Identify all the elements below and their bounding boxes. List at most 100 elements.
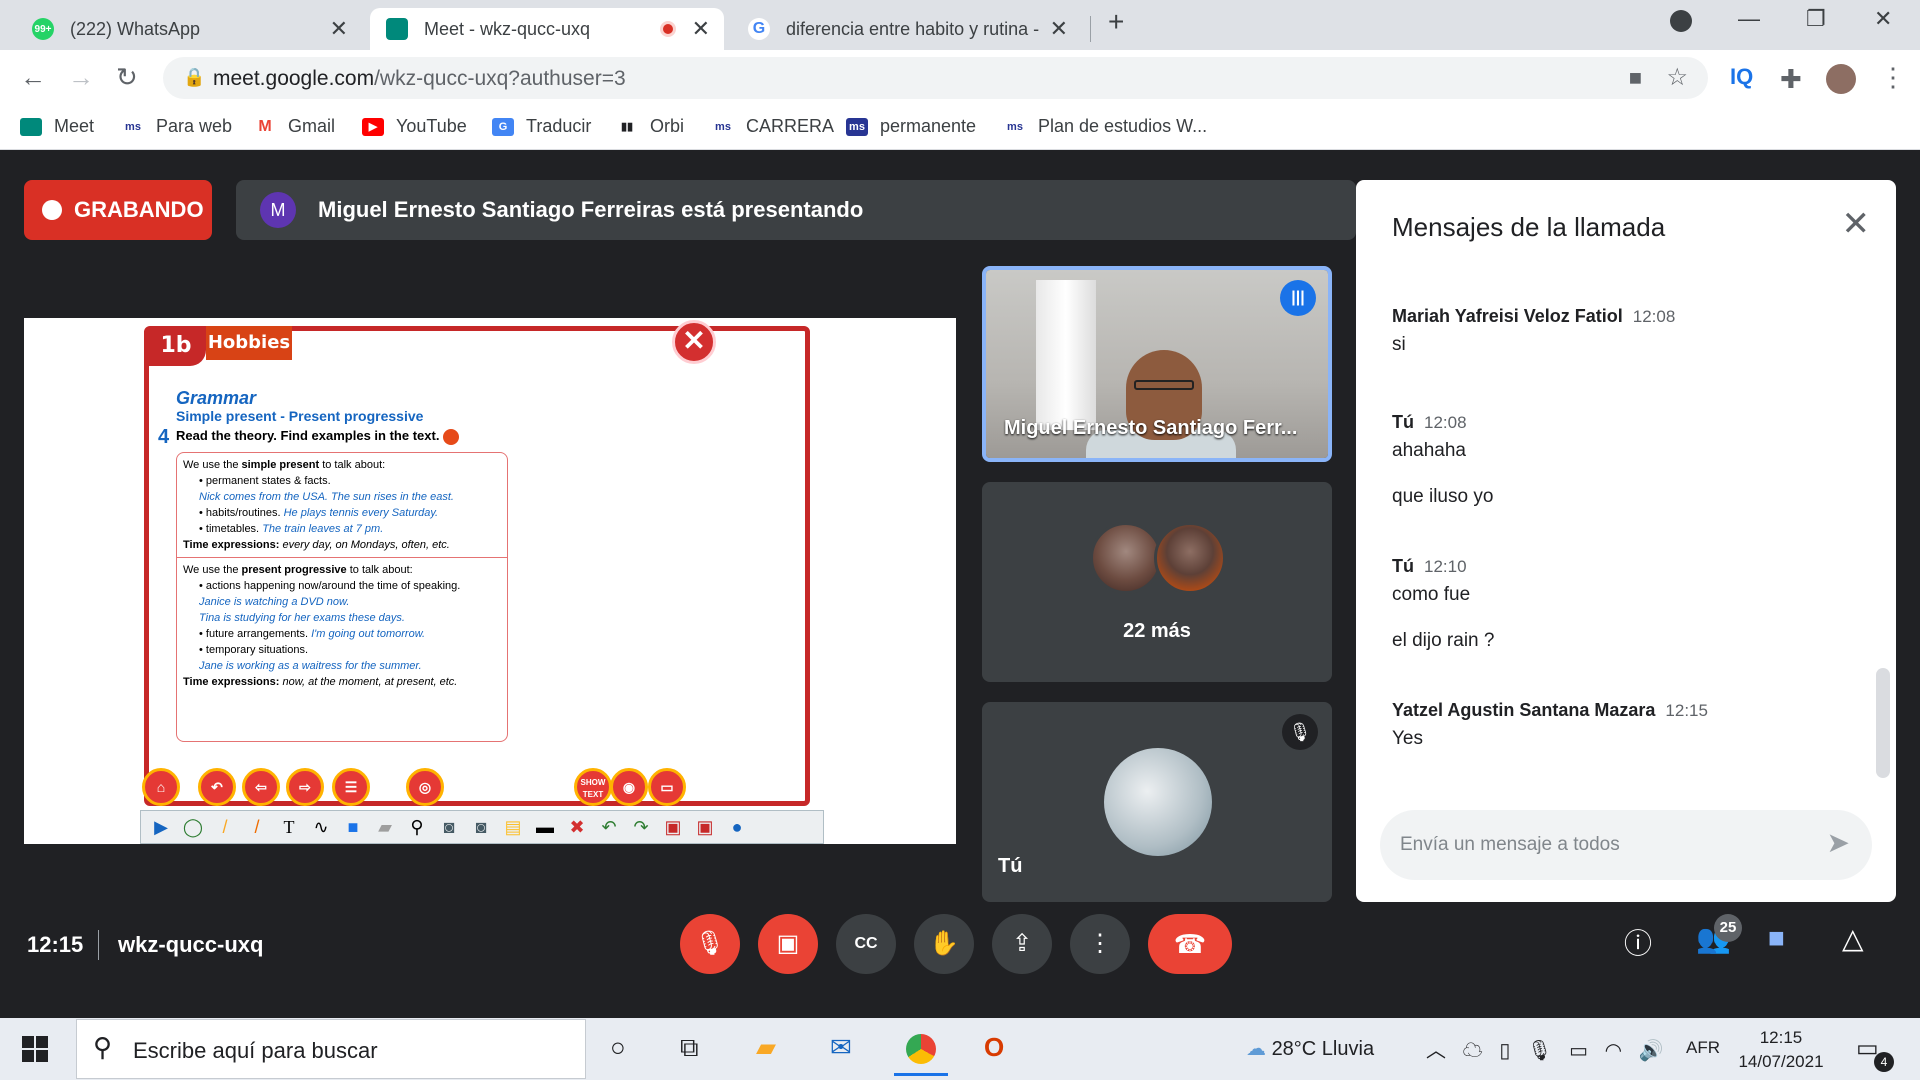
- language-indicator[interactable]: AFR: [1686, 1038, 1720, 1058]
- iq-extension-icon[interactable]: IQ: [1730, 64, 1753, 90]
- highlighter-icon[interactable]: /: [245, 817, 269, 838]
- meeting-clock: 12:15: [27, 932, 84, 957]
- speaker-tile[interactable]: ||| Miguel Ernesto Santiago Ferr...: [982, 266, 1332, 462]
- back-arrow-icon[interactable]: ←: [20, 62, 46, 93]
- bookmark-traducir[interactable]: G Traducir: [492, 116, 591, 137]
- wifi-icon[interactable]: ◠: [1605, 1040, 1622, 1062]
- windows-start-icon[interactable]: [22, 1036, 48, 1062]
- volume-icon[interactable]: 🔊: [1639, 1040, 1664, 1062]
- save-icon[interactable]: ▣: [661, 817, 685, 838]
- browser-menu-icon[interactable]: ⋮: [1880, 62, 1906, 93]
- device-icon[interactable]: ▯: [1499, 1040, 1510, 1062]
- camera-icon[interactable]: ■: [1629, 65, 1642, 91]
- close-book-icon[interactable]: ✕: [672, 320, 716, 364]
- close-tab-icon[interactable]: ✕: [1050, 16, 1068, 42]
- raise-hand-button[interactable]: ✋: [914, 914, 974, 974]
- redo-icon[interactable]: ↷: [629, 817, 653, 838]
- home-icon[interactable]: ⌂: [142, 768, 180, 806]
- bookmark-plan-de-estudios[interactable]: ms Plan de estudios W...: [1004, 116, 1207, 137]
- pencil-icon[interactable]: /: [213, 817, 237, 838]
- prev-page-icon[interactable]: ⇦: [242, 768, 280, 806]
- chrome-icon[interactable]: [894, 1034, 948, 1076]
- chat-scrollbar[interactable]: [1876, 668, 1890, 778]
- mail-icon[interactable]: ✉: [830, 1032, 852, 1063]
- bookmark-meet[interactable]: Meet: [20, 116, 94, 137]
- audio-cd-icon[interactable]: ◎: [406, 768, 444, 806]
- meeting-details-icon[interactable]: ⓘ: [1624, 922, 1652, 962]
- lasso-icon[interactable]: ◯: [181, 817, 205, 838]
- next-page-icon[interactable]: ⇨: [286, 768, 324, 806]
- play-icon[interactable]: ▶: [149, 817, 173, 838]
- undo-icon[interactable]: ↶: [597, 817, 621, 838]
- office-icon[interactable]: O: [984, 1032, 1004, 1063]
- bookmark-star-icon[interactable]: ☆: [1666, 63, 1688, 92]
- note-icon[interactable]: ▤: [501, 817, 525, 838]
- end-call-button[interactable]: ☎: [1148, 914, 1232, 974]
- back-icon[interactable]: ↶: [198, 768, 236, 806]
- bookmark-gmail[interactable]: M Gmail: [254, 116, 335, 137]
- microphone-icon[interactable]: 🎙: [1527, 1040, 1552, 1062]
- weather-widget[interactable]: ☁ 28°C Lluvia: [1246, 1036, 1374, 1061]
- eraser-icon[interactable]: ▰: [373, 817, 397, 838]
- message-sender: Tú 12:10: [1392, 556, 1467, 576]
- cortana-icon[interactable]: ○: [610, 1032, 626, 1063]
- more-options-button[interactable]: ⋮: [1070, 914, 1130, 974]
- close-tab-icon[interactable]: ✕: [692, 16, 710, 42]
- bookmark-para-web[interactable]: ms Para web: [122, 116, 232, 137]
- text-tool-icon[interactable]: T: [277, 817, 301, 838]
- minimize-button[interactable]: —: [1738, 6, 1760, 32]
- shape-icon[interactable]: ■: [341, 817, 365, 838]
- board-icon[interactable]: ▬: [533, 817, 557, 838]
- globe-icon[interactable]: ●: [725, 817, 749, 838]
- close-chat-icon[interactable]: ✕: [1842, 204, 1871, 244]
- audio-icon[interactable]: [443, 428, 460, 445]
- task-view-icon[interactable]: ⧉: [680, 1032, 699, 1064]
- forward-arrow-icon[interactable]: →: [68, 62, 94, 93]
- book-navigation: ⌂ ↶ ⇦ ⇨ ☰ ◎ SHOW TEXT ◉ ▭: [140, 768, 824, 808]
- file-explorer-icon[interactable]: ▰: [756, 1032, 776, 1063]
- captions-button[interactable]: CC: [836, 914, 896, 974]
- new-tab-button[interactable]: +: [1108, 6, 1124, 38]
- show-text-button[interactable]: SHOW TEXT: [574, 768, 612, 806]
- reload-icon[interactable]: ↻: [116, 62, 138, 93]
- clear-icon[interactable]: ✖: [565, 817, 589, 838]
- tab-whatsapp[interactable]: 99+ (222) WhatsApp ✕: [16, 8, 362, 50]
- battery-icon[interactable]: ▭: [1569, 1040, 1588, 1062]
- taskbar-clock[interactable]: 12:15 14/07/2021: [1736, 1026, 1826, 1074]
- toggle-mic-button[interactable]: 🎙: [680, 914, 740, 974]
- bookmark-carrera[interactable]: ms CARRERA: [712, 116, 834, 137]
- url-text[interactable]: meet.google.com/wkz-qucc-uxq?authuser=3: [213, 67, 626, 91]
- chat-icon[interactable]: ■: [1768, 922, 1785, 954]
- close-window-button[interactable]: ✕: [1874, 6, 1892, 32]
- tab-search-icon[interactable]: [1670, 10, 1692, 32]
- close-tab-icon[interactable]: ✕: [330, 16, 348, 42]
- tab-meet[interactable]: Meet - wkz-qucc-uxq ✕: [370, 8, 724, 50]
- present-button[interactable]: ⇪: [992, 914, 1052, 974]
- taskbar-search[interactable]: ⚲ Escribe aquí para buscar: [76, 1019, 586, 1079]
- omnibox[interactable]: 🔒 meet.google.com/wkz-qucc-uxq?authuser=…: [163, 57, 1708, 99]
- extensions-puzzle-icon[interactable]: ✚: [1780, 64, 1802, 95]
- screen-icon[interactable]: ◙: [469, 817, 493, 838]
- bookmark-orbi[interactable]: ▮▮ Orbi: [616, 116, 684, 137]
- unit-title: Hobbies: [206, 326, 292, 360]
- toggle-camera-button[interactable]: ▣: [758, 914, 818, 974]
- onedrive-icon[interactable]: ☁: [1463, 1040, 1483, 1062]
- chevron-up-icon[interactable]: ︿: [1426, 1040, 1446, 1062]
- profile-avatar[interactable]: [1826, 64, 1856, 94]
- send-icon[interactable]: ➤: [1827, 826, 1850, 859]
- self-tile[interactable]: 🎙 Tú: [982, 702, 1332, 902]
- camera-icon[interactable]: ◙: [437, 817, 461, 838]
- owl-icon[interactable]: ◉: [610, 768, 648, 806]
- book-icon[interactable]: ▭: [648, 768, 686, 806]
- activities-icon[interactable]: △: [1842, 922, 1864, 955]
- tab-google-search[interactable]: G diferencia entre habito y rutina - ✕: [732, 8, 1082, 50]
- bookmark-permanente[interactable]: ms permanente: [846, 116, 976, 137]
- contents-icon[interactable]: ☰: [332, 768, 370, 806]
- print-icon[interactable]: ▣: [693, 817, 717, 838]
- bookmark-youtube[interactable]: ▶ YouTube: [362, 116, 467, 137]
- zoom-icon[interactable]: ⚲: [405, 817, 429, 838]
- restore-button[interactable]: ❐: [1806, 6, 1826, 32]
- chat-message-input[interactable]: [1400, 830, 1800, 860]
- curve-icon[interactable]: ∿: [309, 817, 333, 838]
- more-participants-tile[interactable]: 22 más: [982, 482, 1332, 682]
